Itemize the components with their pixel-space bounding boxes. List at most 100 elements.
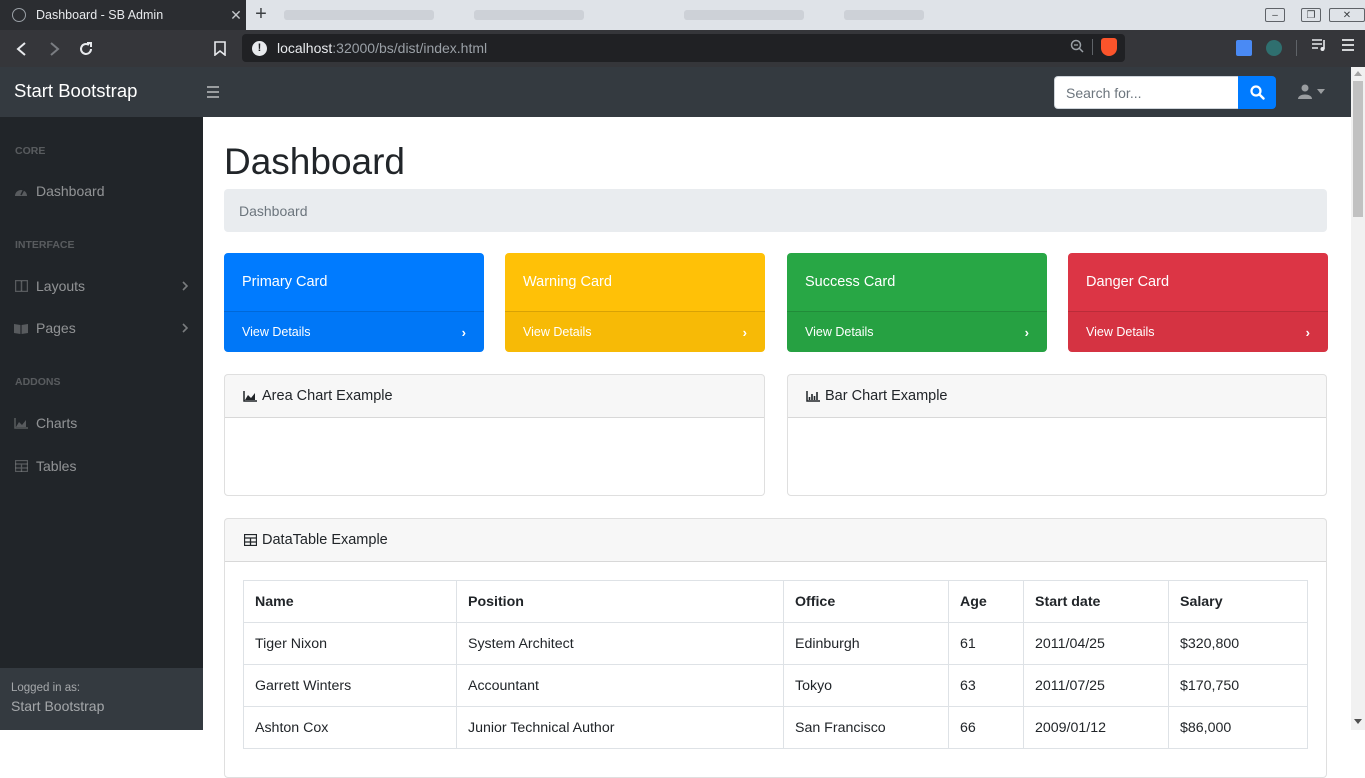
sidebar-item-layouts[interactable]: Layouts [14, 275, 190, 297]
extension-row [1236, 38, 1355, 57]
sidebar-item-label: Layouts [36, 278, 86, 294]
column-header[interactable]: Salary [1168, 580, 1308, 623]
sidebar-item-tables[interactable]: Tables [14, 455, 190, 477]
column-header[interactable]: Start date [1023, 580, 1169, 623]
globe-icon [12, 8, 26, 22]
chevron-right-icon [180, 321, 190, 335]
card-header: Bar Chart Example [788, 375, 1326, 418]
scroll-up-arrow[interactable] [1354, 71, 1362, 76]
zoom-icon[interactable] [1070, 39, 1084, 56]
logged-in-label: Logged in as: [11, 682, 81, 694]
table-row: Ashton Cox Junior Technical Author San F… [243, 706, 1308, 749]
search-input[interactable] [1054, 76, 1238, 109]
column-header[interactable]: Office [783, 580, 949, 623]
table-icon [14, 459, 28, 473]
view-details-link[interactable]: View Details › [224, 311, 484, 352]
browser-tab-bar: Dashboard - SB Admin ✕ + – ❐ ✕ [0, 0, 1365, 30]
browser-toolbar: ! localhost:32000/bs/dist/index.html [0, 30, 1365, 67]
browser-menu-icon[interactable] [1341, 38, 1355, 57]
browser-tab-active[interactable]: Dashboard - SB Admin ✕ [0, 0, 246, 30]
main-content: Dashboard Dashboard Primary Card View De… [203, 117, 1351, 778]
sidebar-item-dashboard[interactable]: Dashboard [14, 180, 190, 202]
background-tab[interactable] [284, 10, 434, 20]
close-icon[interactable]: ✕ [226, 7, 246, 24]
restore-button[interactable]: ❐ [1293, 4, 1329, 26]
columns-icon [14, 279, 28, 293]
page-title: Dashboard [224, 141, 406, 182]
table-cell: Junior Technical Author [456, 706, 784, 749]
bar-chart-icon [806, 389, 820, 403]
scrollbar-thumb[interactable] [1353, 81, 1363, 217]
translate-extension-icon[interactable] [1236, 39, 1252, 56]
card-title: Danger Card [1086, 274, 1170, 290]
sidebar-item-charts[interactable]: Charts [14, 412, 190, 434]
breadcrumb-item: Dashboard [239, 203, 308, 219]
card-link-label: View Details [1086, 325, 1155, 339]
table-cell: Tiger Nixon [243, 622, 457, 665]
search-button[interactable] [1238, 76, 1276, 109]
table-cell: Garrett Winters [243, 664, 457, 707]
breadcrumb: Dashboard [224, 189, 1327, 232]
background-tab[interactable] [844, 10, 924, 20]
card-header: DataTable Example [225, 519, 1326, 562]
table-cell: 2011/07/25 [1023, 664, 1169, 707]
address-divider [1092, 39, 1093, 55]
navbar-search [1054, 76, 1276, 109]
navbar-brand[interactable]: Start Bootstrap [14, 80, 137, 102]
brave-shields-icon[interactable] [1101, 38, 1117, 56]
card-title: Primary Card [242, 274, 328, 290]
book-open-icon [14, 321, 28, 335]
user-icon [1298, 84, 1312, 99]
angle-right-icon: › [1024, 324, 1029, 340]
table-cell: 63 [948, 664, 1024, 707]
close-window-button[interactable]: ✕ [1329, 4, 1365, 26]
column-header[interactable]: Name [243, 580, 457, 623]
area-chart-icon [243, 389, 257, 403]
table-row: Garrett Winters Accountant Tokyo 63 2011… [243, 664, 1308, 707]
bookmark-icon[interactable] [204, 32, 236, 64]
table-row: Tiger Nixon System Architect Edinburgh 6… [243, 622, 1308, 665]
column-header[interactable]: Position [456, 580, 784, 623]
sidebar-item-pages[interactable]: Pages [14, 317, 190, 339]
background-tabs [276, 0, 1176, 30]
view-details-link[interactable]: View Details › [787, 311, 1047, 352]
angle-right-icon: › [461, 324, 466, 340]
angle-right-icon: › [742, 324, 747, 340]
card-header-title: Area Chart Example [262, 388, 393, 404]
chevron-right-icon [180, 279, 190, 293]
table-cell: Ashton Cox [243, 706, 457, 749]
sidebar-heading-addons: Addons [15, 376, 61, 388]
reload-icon[interactable] [70, 33, 102, 65]
tachometer-icon [14, 184, 28, 198]
angle-right-icon: › [1305, 324, 1310, 340]
owl-extension-icon[interactable] [1266, 39, 1282, 56]
page-scrollbar[interactable] [1351, 67, 1365, 730]
info-icon[interactable]: ! [252, 40, 267, 56]
address-bar[interactable]: ! localhost:32000/bs/dist/index.html [242, 34, 1125, 62]
table-cell: $86,000 [1168, 706, 1308, 749]
table-cell: 61 [948, 622, 1024, 665]
background-tab[interactable] [474, 10, 584, 20]
warning-card: Warning Card View Details › [505, 253, 765, 352]
new-tab-button[interactable]: + [250, 4, 272, 26]
table-cell: 2009/01/12 [1023, 706, 1169, 749]
back-icon[interactable] [6, 33, 38, 65]
table-cell: System Architect [456, 622, 784, 665]
view-details-link[interactable]: View Details › [505, 311, 765, 352]
media-icon[interactable] [1311, 38, 1327, 57]
card-title: Success Card [805, 274, 896, 290]
data-table: Name Position Office Age Start date Sala… [243, 580, 1308, 749]
sidebar: Core Dashboard Interface Layouts Pages A… [0, 117, 203, 730]
minimize-button[interactable]: – [1257, 4, 1293, 26]
table-cell: 66 [948, 706, 1024, 749]
card-header-title: Bar Chart Example [825, 388, 948, 404]
sidebar-toggle-button[interactable] [207, 81, 227, 103]
scroll-down-arrow[interactable] [1354, 719, 1362, 724]
forward-icon[interactable] [38, 33, 70, 65]
column-header[interactable]: Age [948, 580, 1024, 623]
view-details-link[interactable]: View Details › [1068, 311, 1328, 352]
table-cell: Accountant [456, 664, 784, 707]
sidebar-heading-interface: Interface [15, 239, 75, 251]
user-dropdown[interactable] [1298, 84, 1325, 99]
background-tab[interactable] [684, 10, 804, 20]
